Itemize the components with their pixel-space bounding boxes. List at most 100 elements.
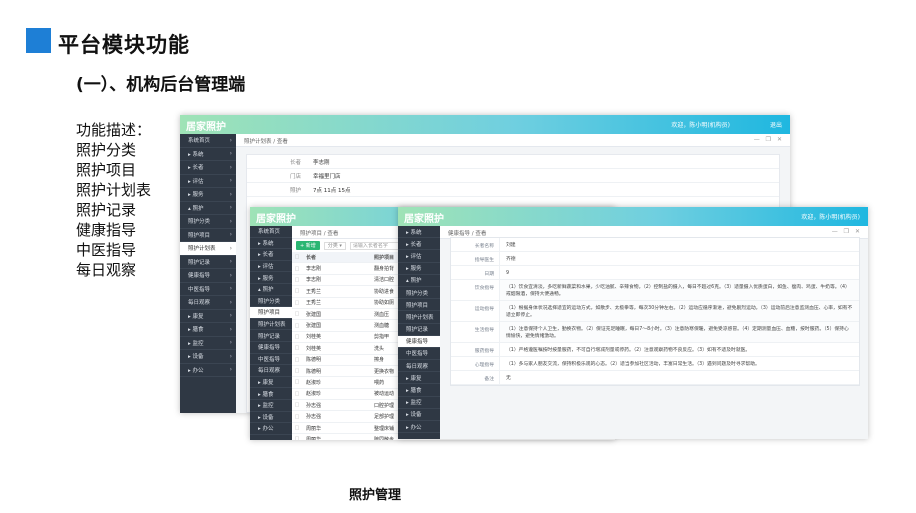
- sidebar-item[interactable]: ▸ 长者: [250, 249, 292, 261]
- sidebar-item-label: 每日观察: [406, 363, 429, 370]
- sidebar-item[interactable]: ▸ 服务 ›: [180, 188, 236, 202]
- sidebar-item-label: ▴ 照护: [406, 278, 422, 285]
- sidebar-item[interactable]: ▸ 康复: [250, 377, 292, 389]
- sidebar-item[interactable]: 健康指导: [250, 342, 292, 354]
- checkbox-icon[interactable]: □: [292, 323, 302, 329]
- app-logo: 居家照护: [186, 122, 226, 133]
- sidebar-item-label: ▸ 设备: [188, 354, 204, 361]
- sidebar-item-label: ▸ 设备: [406, 412, 422, 419]
- sidebar-item[interactable]: ▸ 服务: [250, 272, 292, 284]
- sidebar-item[interactable]: 照护分类: [398, 287, 440, 300]
- table-cell: 周丽华: [306, 425, 322, 432]
- sidebar-item-label: ▸ 系统: [188, 151, 204, 158]
- sidebar-item[interactable]: ▴ 照护 ›: [180, 202, 236, 215]
- sidebar-item[interactable]: 照护记录: [398, 324, 440, 336]
- sidebar-item[interactable]: ▸ 系统 ›: [180, 148, 236, 161]
- sidebar-item[interactable]: 中医指导: [250, 354, 292, 366]
- sidebar-item[interactable]: 系统首页 ›: [180, 134, 236, 148]
- sidebar-item[interactable]: ▸ 康复: [398, 372, 440, 385]
- sidebar-item[interactable]: ▸ 膳食: [398, 384, 440, 397]
- sidebar-item-label: ▸ 长者: [258, 252, 274, 259]
- checkbox-icon[interactable]: □: [292, 357, 302, 363]
- checkbox-icon[interactable]: □: [292, 334, 302, 340]
- checkbox-icon[interactable]: □: [292, 288, 302, 294]
- sidebar-item[interactable]: 照护计划表: [250, 319, 292, 331]
- chevron-right-icon: ›: [229, 271, 232, 279]
- add-button[interactable]: + 新增: [296, 241, 320, 250]
- sidebar-item-label: 照护分类: [188, 219, 211, 226]
- checkbox-icon[interactable]: □: [292, 345, 302, 351]
- sidebar-item-label: ▸ 服务: [406, 266, 422, 273]
- checkbox-icon[interactable]: □: [292, 436, 302, 440]
- sidebar-item[interactable]: 照护计划表 ›: [180, 242, 236, 256]
- sidebar-item[interactable]: ▸ 长者: [398, 238, 440, 251]
- sidebar-item[interactable]: ▸ 监控 ›: [180, 337, 236, 350]
- sidebar-item[interactable]: ▸ 办公: [250, 423, 292, 435]
- sidebar-item[interactable]: 健康指导: [398, 335, 440, 348]
- table-cell: 周丽华: [306, 436, 322, 440]
- sidebar-item[interactable]: ▸ 设备: [398, 409, 440, 421]
- checkbox-icon[interactable]: □: [292, 311, 302, 317]
- sidebar-item[interactable]: ▸ 系统: [398, 226, 440, 239]
- sidebar-item[interactable]: 照护分类: [250, 296, 292, 308]
- checkbox-icon[interactable]: □: [292, 266, 302, 272]
- sidebar-item[interactable]: ▸ 办公 ›: [180, 364, 236, 377]
- window-controls[interactable]: — ❐ ✕: [754, 136, 784, 143]
- sidebar-item[interactable]: 照护分类 ›: [180, 215, 236, 229]
- sidebar-item[interactable]: 每日观察: [250, 365, 292, 377]
- checkbox-icon[interactable]: □: [292, 379, 302, 385]
- checkbox-icon[interactable]: □: [292, 277, 302, 283]
- sidebar-item[interactable]: ▸ 膳食: [250, 388, 292, 400]
- sidebar-item[interactable]: 照护记录: [250, 330, 292, 342]
- sidebar-item[interactable]: ▸ 评估: [398, 250, 440, 263]
- slide-subtitle: (一）、机构后台管理端: [76, 75, 246, 95]
- feature-item: 照护项目: [76, 161, 137, 179]
- sidebar-item[interactable]: 系统首页: [250, 226, 292, 238]
- sidebar-item[interactable]: 照护项目 ›: [180, 229, 236, 242]
- sidebar-item[interactable]: 中医指导: [398, 348, 440, 361]
- checkbox-icon[interactable]: □: [292, 254, 302, 260]
- sidebar-item-label: ▴ 照护: [258, 287, 274, 294]
- sidebar-item[interactable]: ▸ 评估: [250, 261, 292, 273]
- sidebar-item[interactable]: 照护项目: [398, 299, 440, 312]
- sidebar-item[interactable]: ▸ 评估 ›: [180, 175, 236, 188]
- sidebar-item-label: ▸ 膳食: [258, 391, 274, 398]
- table-cell: 刘桂英: [306, 334, 322, 341]
- sidebar-item[interactable]: 照护项目: [250, 307, 292, 319]
- checkbox-icon[interactable]: □: [292, 402, 302, 408]
- sidebar-item[interactable]: ▴ 照护: [398, 275, 440, 287]
- sidebar-item[interactable]: 中医指导 ›: [180, 283, 236, 296]
- sidebar-item-label: 照护计划表: [188, 246, 216, 253]
- sidebar-item[interactable]: ▸ 康复 ›: [180, 310, 236, 323]
- sidebar-item-label: 照护分类: [258, 298, 281, 305]
- sidebar-item[interactable]: 每日观察: [398, 360, 440, 373]
- sidebar-item[interactable]: 照护计划表: [398, 311, 440, 324]
- sidebar-item[interactable]: ▸ 办公: [398, 421, 440, 434]
- checkbox-icon[interactable]: □: [292, 391, 302, 397]
- sidebar-item[interactable]: ▸ 监控: [398, 397, 440, 409]
- sidebar-item[interactable]: ▴ 照护: [250, 284, 292, 296]
- sidebar-item[interactable]: ▸ 系统: [250, 238, 292, 250]
- sidebar-item-label: ▸ 办公: [258, 426, 274, 433]
- sidebar-item[interactable]: ▸ 服务: [398, 263, 440, 275]
- window-controls[interactable]: — ❐ ✕: [832, 228, 862, 235]
- sidebar-item[interactable]: ▸ 设备 ›: [180, 350, 236, 364]
- sidebar-item[interactable]: ▸ 长者 ›: [180, 161, 236, 175]
- sidebar-item-label: 每日观察: [188, 300, 211, 307]
- checkbox-icon[interactable]: □: [292, 368, 302, 374]
- sidebar-item[interactable]: 健康指导 ›: [180, 269, 236, 283]
- category-select[interactable]: 分类 ▾: [323, 241, 346, 250]
- sidebar-item-label: 中医指导: [188, 286, 211, 293]
- sidebar-item[interactable]: ▸ 设备: [250, 412, 292, 424]
- checkbox-icon[interactable]: □: [292, 414, 302, 420]
- search-input[interactable]: 请输入长者名字: [349, 241, 400, 250]
- sidebar-item[interactable]: ▸ 监控: [250, 400, 292, 412]
- sidebar-item[interactable]: 照护记录 ›: [180, 256, 236, 269]
- sidebar-item[interactable]: 每日观察 ›: [180, 296, 236, 310]
- checkbox-icon[interactable]: □: [292, 425, 302, 431]
- slide-title: 平台模块功能: [58, 33, 190, 57]
- form-row: 长者 李志刚: [247, 155, 779, 169]
- checkbox-icon[interactable]: □: [292, 300, 302, 306]
- logout-link[interactable]: 退出: [770, 120, 782, 129]
- sidebar-item[interactable]: ▸ 膳食 ›: [180, 323, 236, 337]
